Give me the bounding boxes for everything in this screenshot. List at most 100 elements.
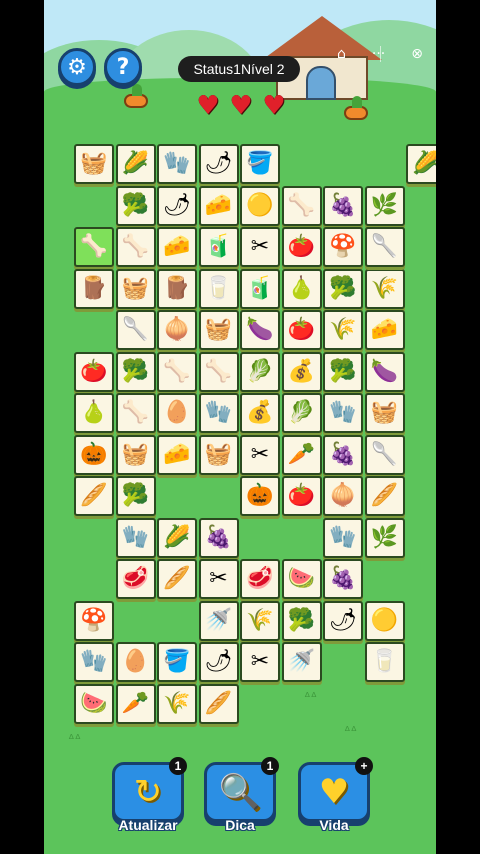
board-tile[interactable]: 🥛 <box>364 642 405 682</box>
board-tile[interactable]: 🥩 <box>115 559 156 599</box>
board-tile[interactable]: 🟡 <box>240 185 280 226</box>
board-tile[interactable]: 🌾 <box>240 600 280 641</box>
board-tile[interactable]: 🧤 <box>198 393 239 433</box>
board-tile[interactable]: 🥦 <box>115 351 156 392</box>
board-tile[interactable]: 🧃 <box>198 227 239 267</box>
help-button[interactable]: ? <box>104 48 142 86</box>
board-tile[interactable]: 🌾 <box>157 683 197 724</box>
board-tile[interactable]: ✂ <box>240 642 280 682</box>
board-tile[interactable]: 🍐 <box>74 393 114 433</box>
board-tile[interactable]: 🍐 <box>281 268 322 309</box>
board-tile[interactable]: 🧅 <box>157 310 197 350</box>
board-tile[interactable]: 🌽 <box>115 144 156 184</box>
board-tile[interactable]: 🍅 <box>74 351 114 392</box>
board-tile[interactable]: 🍇 <box>323 559 363 599</box>
board-tile[interactable]: 🥦 <box>115 185 156 226</box>
board-tile[interactable]: 🦴 <box>281 185 322 226</box>
board-tile[interactable]: 🌾 <box>364 268 405 309</box>
board-tile[interactable]: 🧺 <box>364 393 405 433</box>
board-tile[interactable]: 🥕 <box>281 434 322 475</box>
board-tile[interactable]: 💰 <box>240 393 280 433</box>
board-tile[interactable]: 🦴 <box>115 393 156 433</box>
board-tile[interactable]: 🧀 <box>157 227 197 267</box>
board-tile[interactable]: 🍅 <box>281 227 322 267</box>
board-tile[interactable]: 🪣 <box>157 642 197 682</box>
board-tile[interactable]: 🧺 <box>115 268 156 309</box>
board-tile[interactable]: 🥖 <box>198 683 239 724</box>
board-tile[interactable]: 🧅 <box>323 476 363 516</box>
board-tile[interactable]: 🧤 <box>74 642 114 682</box>
board-tile[interactable]: 🍆 <box>240 310 280 350</box>
board-tile[interactable]: 🟡 <box>364 600 405 641</box>
board-tile[interactable]: 🥦 <box>323 351 363 392</box>
board-tile[interactable]: 🪵 <box>157 268 197 309</box>
board-tile[interactable]: 🌾 <box>323 310 363 350</box>
board-tile[interactable]: 🥛 <box>198 268 239 309</box>
board-tile[interactable]: 🥖 <box>364 476 405 516</box>
life-button[interactable]: ♥ + Vida <box>298 757 373 833</box>
board-tile[interactable]: 🌶 <box>198 642 239 682</box>
settings-button[interactable]: ⚙ <box>58 48 96 86</box>
board-tile[interactable]: 🥄 <box>364 227 405 267</box>
board-tile[interactable]: 🍅 <box>281 310 322 350</box>
board-tile[interactable]: 🧺 <box>198 310 239 350</box>
board-tile[interactable]: 🥕 <box>115 683 156 724</box>
board-tile[interactable]: 🥚 <box>115 642 156 682</box>
hint-button[interactable]: 🔍 1 Dica <box>204 757 279 833</box>
board-tile[interactable]: 🦴 <box>157 351 197 392</box>
board-tile[interactable]: 🍅 <box>281 476 322 516</box>
home-icon[interactable]: ⌂ <box>337 46 346 62</box>
board-tile[interactable]: 🚿 <box>281 642 322 682</box>
board-tile[interactable]: 🥖 <box>157 559 197 599</box>
board-tile[interactable]: 🧃 <box>240 268 280 309</box>
board-tile[interactable]: 🚿 <box>198 600 239 641</box>
board-tile[interactable]: 🧤 <box>157 144 197 184</box>
board-tile[interactable]: 🥄 <box>115 310 156 350</box>
board-tile[interactable]: 🍇 <box>323 185 363 226</box>
board-tile[interactable]: 🎃 <box>240 476 280 516</box>
board-tile[interactable]: 🌶 <box>198 144 239 184</box>
board-tile[interactable]: 🪣 <box>240 144 280 184</box>
board-tile[interactable]: 🌿 <box>364 517 405 558</box>
board-tile[interactable]: 🥚 <box>157 393 197 433</box>
board-tile[interactable]: ✂ <box>240 434 280 475</box>
board-tile[interactable]: 🥦 <box>323 268 363 309</box>
board-tile[interactable]: 🥬 <box>281 393 322 433</box>
board-tile[interactable]: 🌽 <box>406 144 436 184</box>
board-tile[interactable]: 🍄 <box>74 600 114 641</box>
board-tile[interactable]: 🧤 <box>323 393 363 433</box>
refresh-button[interactable]: ↻ 1 Atualizar <box>112 757 187 833</box>
board-tile[interactable]: 🍇 <box>198 517 239 558</box>
board-tile[interactable]: 🍇 <box>323 434 363 475</box>
board-tile[interactable]: 🪵 <box>74 268 114 309</box>
board-tile[interactable]: 🧺 <box>115 434 156 475</box>
board-tile[interactable]: 🦴 <box>115 227 156 267</box>
board-tile[interactable]: 🍉 <box>74 683 114 724</box>
board-tile[interactable]: ✂ <box>240 227 280 267</box>
board-tile[interactable]: 🦴 <box>74 227 114 267</box>
board-tile[interactable]: 🎃 <box>74 434 114 475</box>
board-tile[interactable]: 🌶 <box>323 600 363 641</box>
board-tile[interactable]: 🥦 <box>281 600 322 641</box>
board-tile[interactable]: 🧺 <box>74 144 114 184</box>
board-tile[interactable]: 🧤 <box>323 517 363 558</box>
board-tile[interactable]: 🧀 <box>198 185 239 226</box>
board-tile[interactable]: 🥖 <box>74 476 114 516</box>
more-button[interactable]: ··· <box>372 46 385 62</box>
board-tile[interactable]: 🧀 <box>157 434 197 475</box>
board-tile[interactable]: 🌶 <box>157 185 197 226</box>
board-tile[interactable]: 🦴 <box>198 351 239 392</box>
board-tile[interactable]: 🧤 <box>115 517 156 558</box>
board-tile[interactable]: 🥄 <box>364 434 405 475</box>
board-tile[interactable]: 🍉 <box>281 559 322 599</box>
board-tile[interactable]: 🍆 <box>364 351 405 392</box>
board-tile[interactable]: 🥩 <box>240 559 280 599</box>
board-tile[interactable]: 🌿 <box>364 185 405 226</box>
board-tile[interactable]: 💰 <box>281 351 322 392</box>
board-tile[interactable]: 🍄 <box>323 227 363 267</box>
board-tile[interactable]: 🌽 <box>157 517 197 558</box>
board-tile[interactable]: 🥬 <box>240 351 280 392</box>
board-tile[interactable]: ✂ <box>198 559 239 599</box>
close-icon[interactable]: ⊗ <box>411 46 423 62</box>
board-tile[interactable]: 🥦 <box>115 476 156 516</box>
